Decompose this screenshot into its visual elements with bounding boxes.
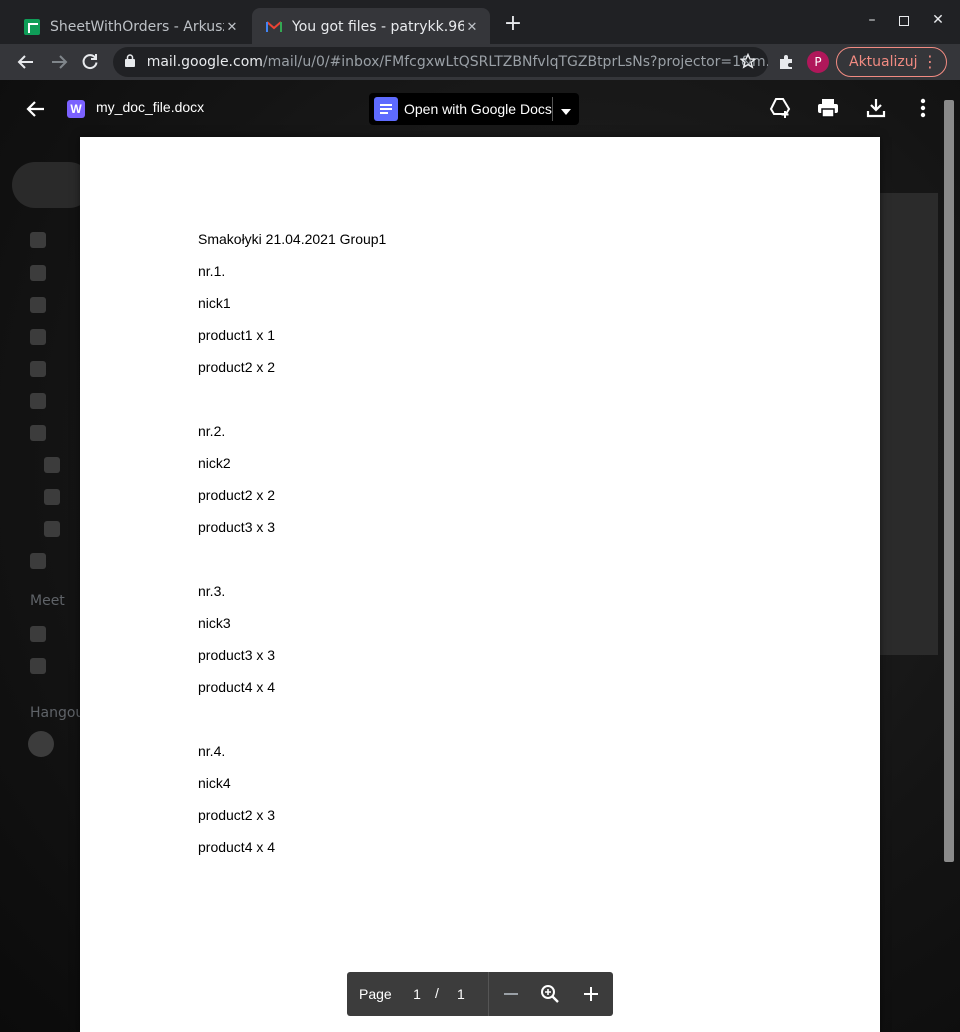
zoom-out-icon[interactable] <box>499 982 523 1006</box>
divider <box>552 97 553 121</box>
label-icon <box>30 425 46 441</box>
zoom-in-icon[interactable] <box>579 982 603 1006</box>
document-line: nr.4. <box>198 743 226 759</box>
tab-sheet-with-orders[interactable]: SheetWithOrders - Arkusz ✕ <box>10 8 250 46</box>
info-icon <box>44 489 60 505</box>
document-line: nick1 <box>198 295 231 311</box>
people-icon <box>44 457 60 473</box>
maximize-icon[interactable] <box>889 12 919 32</box>
document-line: product4 x 4 <box>198 839 276 855</box>
url-host: mail.google.com <box>146 54 263 70</box>
document-line: product3 x 3 <box>198 519 276 535</box>
print-icon[interactable] <box>816 96 840 120</box>
document-line: product1 x 1 <box>198 327 276 343</box>
browser-toolbar: mail.google.com/mail/u/0/#inbox/FMfcgxwL… <box>0 44 960 80</box>
document-line: product2 x 3 <box>198 807 276 823</box>
forward-arrow-icon[interactable] <box>47 50 71 74</box>
current-page-input[interactable]: 1 <box>407 986 427 1002</box>
minimize-icon[interactable]: – <box>857 12 887 32</box>
close-icon[interactable]: ✕ <box>224 20 240 35</box>
document-line: product4 x 4 <box>198 679 276 695</box>
divider <box>488 972 489 1016</box>
more-vert-icon: ⋮ <box>922 52 938 71</box>
video-icon <box>30 626 46 642</box>
plus-icon[interactable]: + <box>502 13 524 36</box>
lock-icon <box>125 53 139 71</box>
document-line: nr.1. <box>198 263 226 279</box>
star-icon <box>30 265 46 281</box>
profile-avatar[interactable]: P <box>807 51 829 73</box>
draft-icon <box>30 393 46 409</box>
zoom-fit-icon[interactable] <box>538 982 562 1006</box>
page-label: Page <box>359 986 392 1002</box>
tag-icon <box>44 521 60 537</box>
document-line: product3 x 3 <box>198 647 276 663</box>
tab-title: SheetWithOrders - Arkusz <box>50 19 224 35</box>
back-arrow-icon[interactable] <box>14 50 38 74</box>
back-arrow-icon[interactable] <box>24 97 48 121</box>
document-line: nick4 <box>198 775 231 791</box>
extensions-puzzle-icon[interactable] <box>774 50 798 74</box>
clock-icon <box>30 297 46 313</box>
address-bar[interactable]: mail.google.com/mail/u/0/#inbox/FMfcgxwL… <box>113 47 768 77</box>
google-sheets-icon <box>24 19 40 35</box>
add-to-drive-icon[interactable] <box>768 96 792 120</box>
star-bookmark-icon[interactable] <box>739 52 757 73</box>
total-pages: 1 <box>457 986 465 1002</box>
hangouts-section-label: Hangou <box>30 705 85 721</box>
more-vert-icon[interactable] <box>911 96 935 120</box>
document-line: nr.2. <box>198 423 226 439</box>
close-icon[interactable]: ✕ <box>464 20 480 35</box>
inbox-icon <box>30 232 46 248</box>
document-line: product2 x 2 <box>198 487 276 503</box>
update-label: Aktualizuj <box>849 54 918 70</box>
page-controls: Page 1 / 1 <box>347 972 613 1016</box>
label-icon <box>30 553 46 569</box>
tab-title: You got files - patrykk.969 <box>292 19 464 35</box>
caret-down-icon[interactable] <box>559 103 573 115</box>
word-file-icon: W <box>67 100 85 118</box>
document-page: Smakołyki 21.04.2021 Group1 nr.1. nick1 pro… <box>80 137 880 1032</box>
gmail-icon <box>266 19 282 35</box>
document-line: nick3 <box>198 615 231 631</box>
document-body: Smakołyki 21.04.2021 Group1 nr.1. nick1 pro… <box>198 231 386 871</box>
avatar <box>28 731 54 757</box>
page-viewport: Meet Hangou W my_doc_file.docx Open with… <box>0 80 960 1032</box>
meet-section-label: Meet <box>30 593 65 609</box>
open-with-label: Open with Google Docs <box>404 101 552 117</box>
update-button[interactable]: Aktualizuj ⋮ <box>836 47 947 77</box>
send-icon <box>30 361 46 377</box>
tab-gmail[interactable]: You got files - patrykk.969 ✕ <box>252 8 490 46</box>
scrollbar[interactable] <box>944 100 954 862</box>
email-panel-dimmed <box>880 193 938 655</box>
document-line: nr.3. <box>198 583 226 599</box>
label-icon <box>30 329 46 345</box>
document-line: nick2 <box>198 455 231 471</box>
file-name: my_doc_file.docx <box>96 99 205 115</box>
document-line: Smakołyki 21.04.2021 Group1 <box>198 231 387 247</box>
document-line: product2 x 2 <box>198 359 276 375</box>
viewer-header: W my_doc_file.docx Open with Google Docs <box>0 80 960 136</box>
open-with-google-docs-button[interactable]: Open with Google Docs <box>369 93 579 125</box>
close-window-icon[interactable]: ✕ <box>923 12 953 32</box>
google-docs-icon <box>374 97 398 121</box>
url-path: /mail/u/0/#inbox/FMfcgxwLtQSRLTZBNfvlqTG… <box>262 54 768 70</box>
reload-icon[interactable] <box>78 50 102 74</box>
keyboard-icon <box>30 658 46 674</box>
tab-strip: SheetWithOrders - Arkusz ✕ You got files… <box>0 0 960 46</box>
page-separator: / <box>435 985 439 1001</box>
download-icon[interactable] <box>864 96 888 120</box>
